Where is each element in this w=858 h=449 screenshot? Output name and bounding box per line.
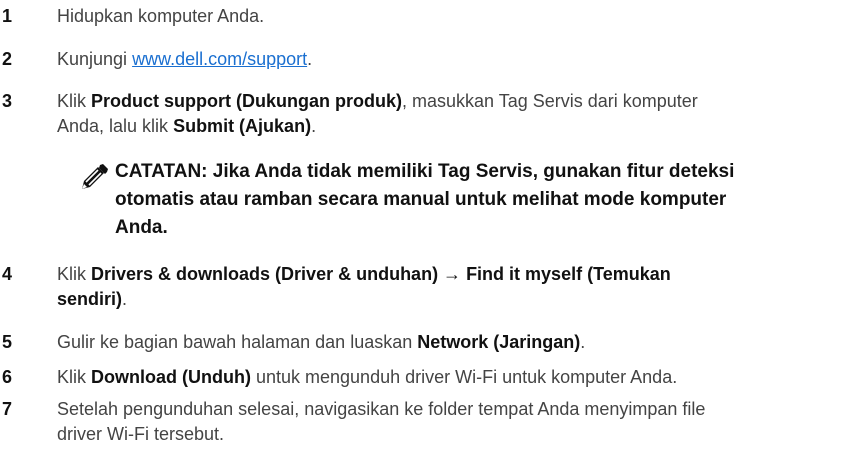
step-text-content: Klik	[57, 264, 92, 284]
step-text-content: Setelah pengunduhan selesai, navigasikan…	[57, 399, 706, 419]
step-text-content: Klik	[57, 91, 92, 111]
step-text: Hidupkan komputer Anda.	[57, 4, 847, 29]
step-text-content: .	[122, 289, 128, 309]
step-bold-text: Submit (Ajukan)	[173, 116, 312, 136]
step-number: 3	[2, 91, 13, 111]
step-text: Klik Product support (Dukungan produk), …	[57, 89, 847, 139]
step-text-content: Gulir ke bagian bawah halaman dan luaska…	[57, 332, 418, 352]
step-text: Klik Drivers & downloads (Driver & unduh…	[57, 262, 847, 312]
step-text-content: .	[307, 49, 313, 69]
step-bold-text: Download (Unduh)	[91, 367, 251, 387]
step-text-content: Kunjungi	[57, 49, 133, 69]
step-number: 1	[2, 6, 13, 26]
step-bold-text: Network (Jaringan)	[417, 332, 581, 352]
step-text: Klik Download (Unduh) untuk mengunduh dr…	[57, 365, 847, 390]
step-text-content: Anda, lalu klik	[57, 116, 174, 136]
step-bold-text: Product support (Dukungan produk)	[91, 91, 402, 111]
step-number: 4	[2, 264, 13, 284]
note-text-line: CATATAN: Jika Anda tidak memiliki Tag Se…	[115, 161, 735, 182]
note-text-line: Anda.	[115, 217, 168, 238]
step-number: 6	[2, 367, 13, 387]
step-text-content: .	[311, 116, 317, 136]
step-number: 2	[2, 49, 13, 69]
step-text: Gulir ke bagian bawah halaman dan luaska…	[57, 330, 847, 355]
step-text-content: , masukkan Tag Servis dari komputer	[402, 91, 698, 111]
note-text-line: otomatis atau ramban secara manual untuk…	[115, 189, 727, 210]
step-bold-text: Drivers & downloads (Driver & unduhan) →…	[91, 264, 671, 284]
step-text-content: Hidupkan komputer Anda.	[57, 6, 265, 26]
note-text: CATATAN: Jika Anda tidak memiliki Tag Se…	[115, 158, 845, 242]
step-bold-text: sendiri)	[57, 289, 123, 309]
pencil-note-icon	[80, 164, 110, 190]
step-text-content: untuk mengunduh driver Wi-Fi untuk kompu…	[250, 367, 678, 387]
step-number: 7	[2, 399, 13, 419]
step-number: 5	[2, 332, 13, 352]
step-text-content: driver Wi-Fi tersebut.	[57, 424, 225, 444]
step-text: Setelah pengunduhan selesai, navigasikan…	[57, 397, 847, 447]
step-text-content: .	[580, 332, 586, 352]
dell-support-link[interactable]: www.dell.com/support	[132, 49, 307, 69]
step-text: Kunjungi www.dell.com/support.	[57, 47, 847, 72]
step-text-content: Klik	[57, 367, 92, 387]
